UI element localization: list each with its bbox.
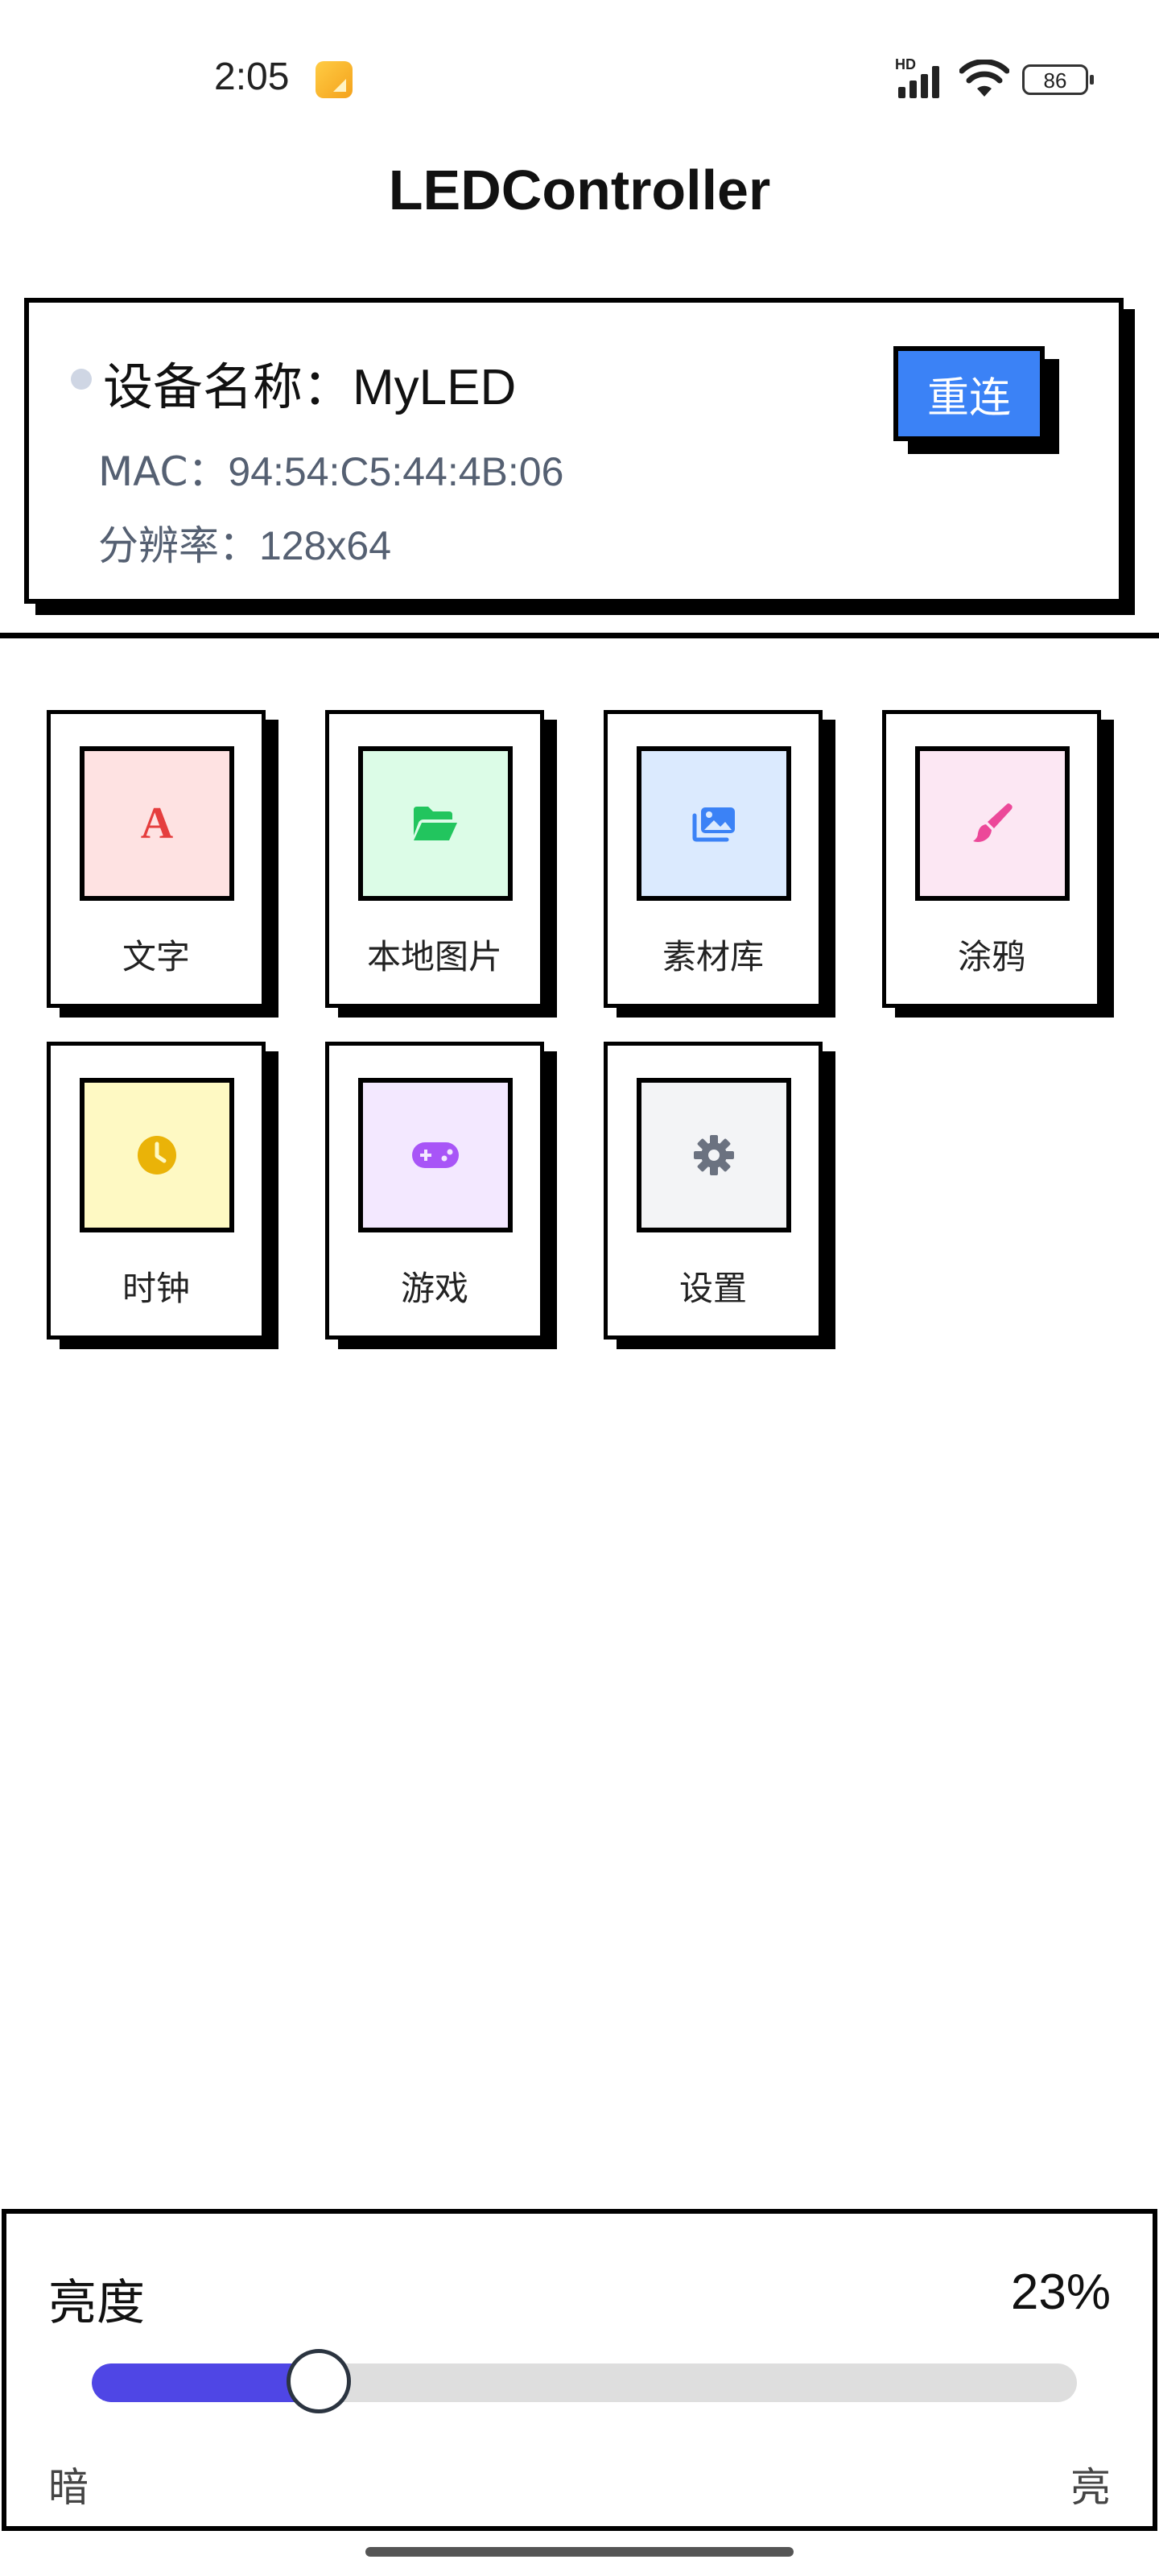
- device-name-value: MyLED: [353, 360, 517, 415]
- paintbrush-icon: [973, 803, 1013, 842]
- clock-icon-box: [80, 1078, 234, 1232]
- text-icon: A: [140, 799, 174, 848]
- status-bar: 2:05 HD 86: [0, 0, 1159, 153]
- brightness-slider-track[interactable]: [92, 2363, 1077, 2402]
- battery-icon: 86: [1022, 64, 1094, 95]
- signal-icon: HD: [895, 56, 948, 98]
- brightness-panel: 亮度 23% 暗 亮: [2, 2209, 1157, 2531]
- function-tile-graffiti[interactable]: 涂鸦: [882, 710, 1101, 1008]
- function-label-graffiti: 涂鸦: [957, 937, 1025, 976]
- text-icon-box: A: [80, 746, 234, 901]
- function-tile-clock[interactable]: 时钟: [47, 1042, 266, 1340]
- images-icon-box: [637, 746, 791, 901]
- device-resolution-label: 分辨率：: [98, 522, 259, 569]
- function-label-local-image: 本地图片: [366, 937, 502, 976]
- brightness-min-label: 暗: [48, 2464, 89, 2511]
- device-mac-value: 94:54:C5:44:4B:06: [228, 449, 564, 494]
- device-resolution-value: 128x64: [259, 523, 392, 568]
- hd-label: HD: [895, 56, 916, 72]
- function-label-library: 素材库: [662, 937, 764, 976]
- connection-status-dot: [71, 369, 92, 390]
- function-tile-library[interactable]: 素材库: [604, 710, 823, 1008]
- gear-icon: [694, 1135, 734, 1175]
- brightness-title: 亮度: [48, 2275, 145, 2331]
- gamepad-icon: [412, 1142, 459, 1168]
- device-name-label: 设备名称：: [103, 357, 353, 416]
- brightness-value: 23%: [1010, 2264, 1111, 2320]
- images-icon: [692, 807, 735, 842]
- function-tile-local-image[interactable]: 本地图片: [325, 710, 544, 1008]
- clock-icon: [138, 1136, 176, 1174]
- function-tile-game[interactable]: 游戏: [325, 1042, 544, 1340]
- function-label-text: 文字: [122, 937, 190, 976]
- paintbrush-icon-box: [915, 746, 1070, 901]
- app-title: LEDController: [388, 159, 771, 221]
- note-app-icon: [316, 61, 353, 98]
- function-label-settings: 设置: [678, 1269, 747, 1308]
- function-tile-settings[interactable]: 设置: [604, 1042, 823, 1340]
- brightness-slider-thumb[interactable]: [287, 2349, 351, 2413]
- section-divider: [0, 633, 1159, 638]
- folder-open-icon: [414, 807, 457, 840]
- function-label-game: 游戏: [400, 1269, 468, 1308]
- folder-icon-box: [358, 746, 513, 901]
- status-time: 2:05: [214, 56, 290, 98]
- home-indicator: [365, 2547, 794, 2557]
- wifi-icon: [959, 60, 1009, 97]
- device-mac-row: MAC：94:54:C5:44:4B:06: [98, 440, 563, 497]
- device-resolution-row: 分辨率：128x64: [98, 514, 391, 572]
- brightness-slider-fill: [92, 2363, 319, 2402]
- function-tile-text[interactable]: A 文字: [47, 710, 266, 1008]
- device-name-row: 设备名称：MyLED: [103, 346, 516, 419]
- battery-level: 86: [1043, 68, 1067, 93]
- brightness-max-label: 亮: [1070, 2464, 1111, 2511]
- gear-icon-box: [637, 1078, 791, 1232]
- device-mac-label: MAC：: [98, 448, 229, 495]
- function-label-clock: 时钟: [122, 1269, 190, 1308]
- reconnect-button[interactable]: 重连: [893, 346, 1045, 441]
- gamepad-icon-box: [358, 1078, 513, 1232]
- device-card: 设备名称：MyLED MAC：94:54:C5:44:4B:06 分辨率：128…: [24, 298, 1124, 604]
